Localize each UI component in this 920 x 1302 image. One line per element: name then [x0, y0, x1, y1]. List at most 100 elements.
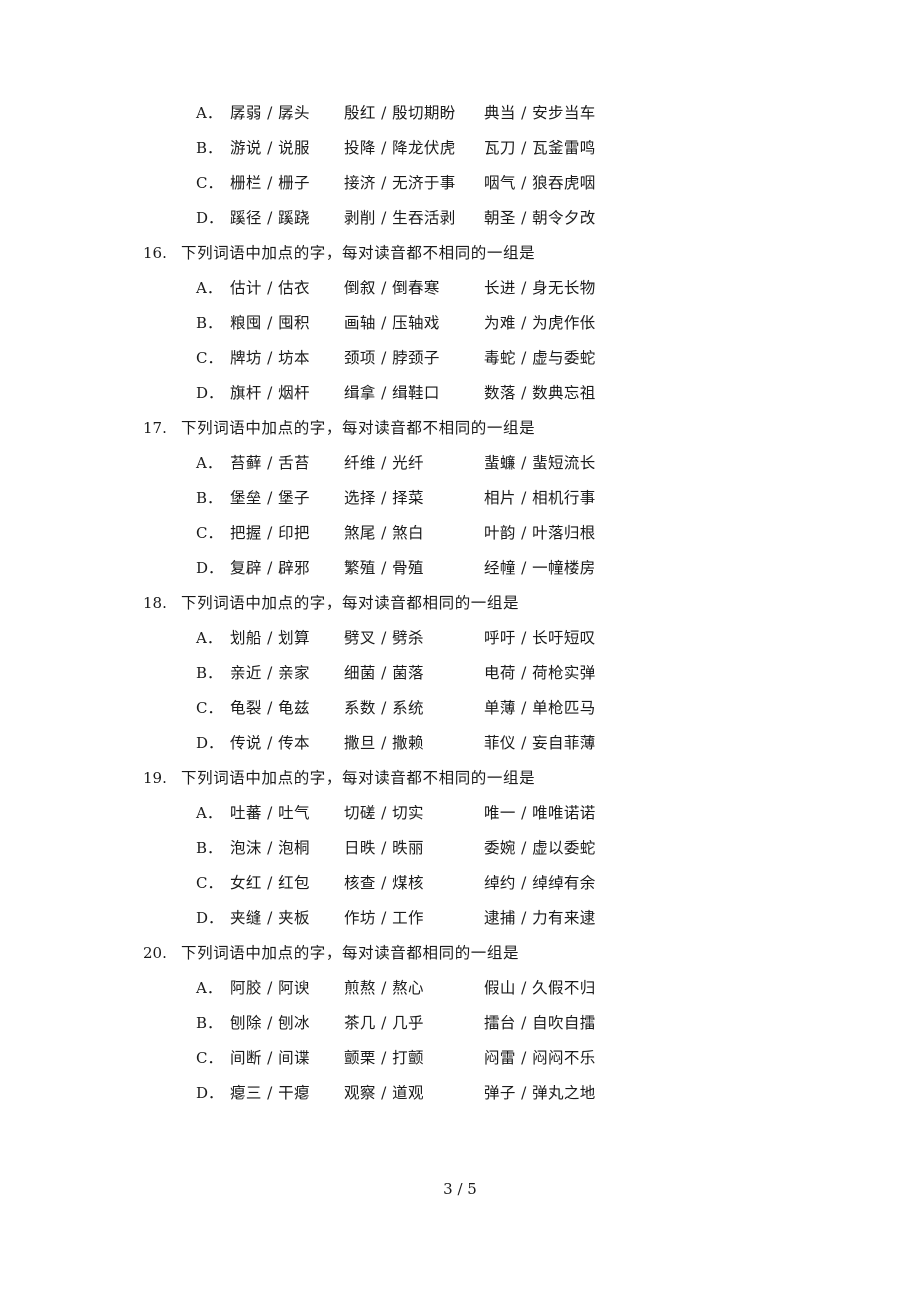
option-pair-2: 撒旦 / 撒赖: [344, 734, 424, 752]
option-pair-1: 游说 / 说服: [230, 139, 310, 157]
option-row[interactable]: D． 复辟 / 辟邪 繁殖 / 骨殖 经幢 / 一幢楼房: [143, 551, 783, 586]
option-row[interactable]: A． 划船 / 划算 劈叉 / 劈杀 呼吁 / 长吁短叹: [143, 621, 783, 656]
question-stem: 20. 下列词语中加点的字，每对读音都相同的一组是: [143, 936, 783, 971]
question-text: 下列词语中加点的字，每对读音都相同的一组是: [181, 944, 520, 962]
option-letter: A．: [196, 979, 222, 997]
option-row[interactable]: D． 传说 / 传本 撒旦 / 撒赖 菲仪 / 妄自菲薄: [143, 726, 783, 761]
option-letter: A．: [196, 454, 222, 472]
option-pair-1: 刨除 / 刨冰: [230, 1014, 310, 1032]
option-pair-3: 假山 / 久假不归: [484, 979, 596, 997]
option-pair-2: 选择 / 择菜: [344, 489, 424, 507]
option-letter: C．: [196, 174, 223, 192]
question-stem: 19. 下列词语中加点的字，每对读音都不相同的一组是: [143, 761, 783, 796]
option-pair-3: 呼吁 / 长吁短叹: [484, 629, 596, 647]
option-letter: D．: [196, 909, 224, 927]
option-row[interactable]: D． 旗杆 / 烟杆 缉拿 / 缉鞋口 数落 / 数典忘祖: [143, 376, 783, 411]
question-stem: 16. 下列词语中加点的字，每对读音都不相同的一组是: [143, 236, 783, 271]
option-pair-3: 经幢 / 一幢楼房: [484, 559, 596, 577]
option-pair-3: 相片 / 相机行事: [484, 489, 596, 507]
option-letter: D．: [196, 559, 224, 577]
option-pair-2: 颤栗 / 打颤: [344, 1049, 424, 1067]
question-block: 17. 下列词语中加点的字，每对读音都不相同的一组是 A． 苔藓 / 舌苔 纤维 / 光…: [143, 411, 783, 586]
option-letter: D．: [196, 384, 224, 402]
option-letter: A．: [196, 804, 222, 822]
option-pair-2: 殷红 / 殷切期盼: [344, 104, 456, 122]
option-pair-1: 粮囤 / 囤积: [230, 314, 310, 332]
option-letter: D．: [196, 209, 224, 227]
option-row[interactable]: C． 牌坊 / 坊本 颈项 / 脖颈子 毒蛇 / 虚与委蛇: [143, 341, 783, 376]
option-pair-2: 纤维 / 光纤: [344, 454, 424, 472]
option-pair-1: 阿胶 / 阿谀: [230, 979, 310, 997]
option-row[interactable]: B． 亲近 / 亲家 细菌 / 菌落 电荷 / 荷枪实弹: [143, 656, 783, 691]
option-pair-2: 系数 / 系统: [344, 699, 424, 717]
option-pair-1: 女红 / 红包: [230, 874, 310, 892]
question-block: 16. 下列词语中加点的字，每对读音都不相同的一组是 A． 估计 / 估衣 倒叙 / 倒…: [143, 236, 783, 411]
option-letter: A．: [196, 104, 222, 122]
option-row[interactable]: C． 女红 / 红包 核查 / 煤核 绰约 / 绰绰有余: [143, 866, 783, 901]
option-row[interactable]: C． 间断 / 间谍 颤栗 / 打颤 闷雷 / 闷闷不乐: [143, 1041, 783, 1076]
option-pair-2: 繁殖 / 骨殖: [344, 559, 424, 577]
option-pair-2: 剥削 / 生吞活剥: [344, 209, 456, 227]
option-row[interactable]: B． 粮囤 / 囤积 画轴 / 压轴戏 为难 / 为虎作伥: [143, 306, 783, 341]
option-pair-1: 复辟 / 辟邪: [230, 559, 310, 577]
option-letter: C．: [196, 349, 223, 367]
option-pair-1: 传说 / 传本: [230, 734, 310, 752]
option-letter: A．: [196, 279, 222, 297]
option-pair-3: 数落 / 数典忘祖: [484, 384, 596, 402]
option-row[interactable]: D． 蹊径 / 蹊跷 剥削 / 生吞活剥 朝圣 / 朝令夕改: [143, 201, 783, 236]
option-pair-3: 擂台 / 自吹自擂: [484, 1014, 596, 1032]
question-block: 18. 下列词语中加点的字，每对读音都相同的一组是 A． 划船 / 划算 劈叉 / 劈杀…: [143, 586, 783, 761]
option-pair-2: 画轴 / 压轴戏: [344, 314, 440, 332]
option-pair-3: 委婉 / 虚以委蛇: [484, 839, 596, 857]
option-row[interactable]: A． 孱弱 / 孱头 殷红 / 殷切期盼 典当 / 安步当车: [143, 96, 783, 131]
option-row[interactable]: A． 阿胶 / 阿谀 煎熬 / 熬心 假山 / 久假不归: [143, 971, 783, 1006]
option-letter: A．: [196, 629, 222, 647]
question-text: 下列词语中加点的字，每对读音都不相同的一组是: [181, 244, 536, 262]
option-pair-2: 茶几 / 几乎: [344, 1014, 424, 1032]
option-row[interactable]: A． 苔藓 / 舌苔 纤维 / 光纤 蜚蠊 / 蜚短流长: [143, 446, 783, 481]
question-block: 20. 下列词语中加点的字，每对读音都相同的一组是 A． 阿胶 / 阿谀 煎熬 / 熬心…: [143, 936, 783, 1111]
question-number: 19.: [143, 769, 167, 787]
option-row[interactable]: A． 吐蕃 / 吐气 切磋 / 切实 唯一 / 唯唯诺诺: [143, 796, 783, 831]
option-pair-1: 栅栏 / 栅子: [230, 174, 310, 192]
option-pair-2: 细菌 / 菌落: [344, 664, 424, 682]
option-row[interactable]: A． 估计 / 估衣 倒叙 / 倒春寒 长进 / 身无长物: [143, 271, 783, 306]
option-row[interactable]: C． 栅栏 / 栅子 接济 / 无济于事 咽气 / 狼吞虎咽: [143, 166, 783, 201]
option-letter: B．: [196, 664, 223, 682]
option-pair-3: 蜚蠊 / 蜚短流长: [484, 454, 596, 472]
option-pair-1: 间断 / 间谍: [230, 1049, 310, 1067]
option-pair-2: 煎熬 / 熬心: [344, 979, 424, 997]
option-pair-3: 单薄 / 单枪匹马: [484, 699, 596, 717]
question-block: 19. 下列词语中加点的字，每对读音都不相同的一组是 A． 吐蕃 / 吐气 切磋 / 切…: [143, 761, 783, 936]
option-pair-3: 弹子 / 弹丸之地: [484, 1084, 596, 1102]
option-letter: C．: [196, 524, 223, 542]
question-number: 17.: [143, 419, 167, 437]
option-pair-3: 典当 / 安步当车: [484, 104, 596, 122]
option-pair-2: 煞尾 / 煞白: [344, 524, 424, 542]
option-row[interactable]: B． 游说 / 说服 投降 / 降龙伏虎 瓦刀 / 瓦釜雷鸣: [143, 131, 783, 166]
option-pair-2: 观察 / 道观: [344, 1084, 424, 1102]
option-letter: C．: [196, 874, 223, 892]
option-row[interactable]: B． 堡垒 / 堡子 选择 / 择菜 相片 / 相机行事: [143, 481, 783, 516]
option-pair-2: 颈项 / 脖颈子: [344, 349, 440, 367]
option-row[interactable]: B． 泡沫 / 泡桐 日昳 / 昳丽 委婉 / 虚以委蛇: [143, 831, 783, 866]
question-number: 16.: [143, 244, 167, 262]
question-number: 18.: [143, 594, 167, 612]
option-pair-1: 吐蕃 / 吐气: [230, 804, 310, 822]
option-pair-1: 苔藓 / 舌苔: [230, 454, 310, 472]
option-pair-3: 朝圣 / 朝令夕改: [484, 209, 596, 227]
option-letter: C．: [196, 1049, 223, 1067]
question-number: 20.: [143, 944, 167, 962]
option-row[interactable]: C． 把握 / 印把 煞尾 / 煞白 叶韵 / 叶落归根: [143, 516, 783, 551]
option-pair-3: 电荷 / 荷枪实弹: [484, 664, 596, 682]
option-row[interactable]: D． 瘪三 / 干瘪 观察 / 道观 弹子 / 弹丸之地: [143, 1076, 783, 1111]
question-text: 下列词语中加点的字，每对读音都不相同的一组是: [181, 419, 536, 437]
option-pair-2: 缉拿 / 缉鞋口: [344, 384, 440, 402]
question-list: A． 孱弱 / 孱头 殷红 / 殷切期盼 典当 / 安步当车 B． 游说 / 说服 投降 /…: [143, 96, 783, 1111]
option-letter: D．: [196, 734, 224, 752]
question-text: 下列词语中加点的字，每对读音都相同的一组是: [181, 594, 520, 612]
option-letter: B．: [196, 314, 223, 332]
option-row[interactable]: C． 龟裂 / 龟兹 系数 / 系统 单薄 / 单枪匹马: [143, 691, 783, 726]
option-row[interactable]: B． 刨除 / 刨冰 茶几 / 几乎 擂台 / 自吹自擂: [143, 1006, 783, 1041]
option-row[interactable]: D． 夹缝 / 夹板 作坊 / 工作 逮捕 / 力有来逮: [143, 901, 783, 936]
